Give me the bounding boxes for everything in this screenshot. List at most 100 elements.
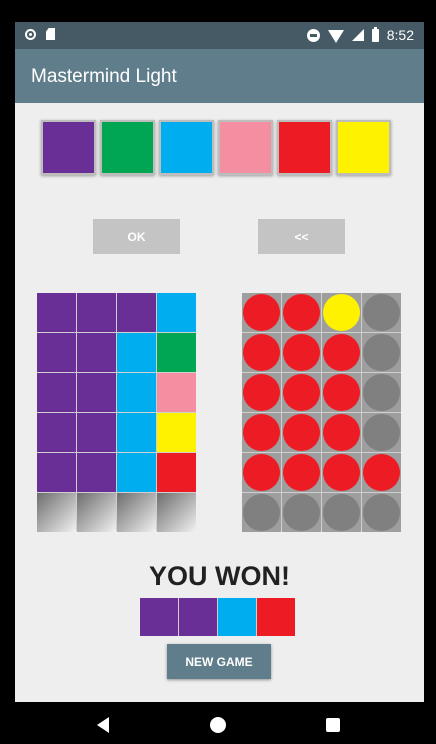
wifi-icon [327,29,344,43]
app-title: Mastermind Light [31,66,177,87]
battery-icon [371,26,379,42]
score-peg-yellow [323,294,360,331]
score-cell-1-4 [362,293,401,332]
score-cell-6-1 [242,493,281,532]
score-peg-red [323,374,360,411]
score-peg-red [243,294,280,331]
guess-cell-4-3 [117,413,156,452]
score-peg-gray [363,334,400,371]
score-cell-5-3 [322,453,361,492]
score-peg-gray [363,494,400,531]
app-screen: 8:52 Mastermind Light OK << YOU WON! NEW… [15,22,424,702]
score-peg-gray [243,494,280,531]
score-peg-gray [363,294,400,331]
score-cell-6-4 [362,493,401,532]
score-peg-red [323,414,360,451]
score-cell-5-2 [282,453,321,492]
score-cell-4-1 [242,413,281,452]
solution-peg-2 [179,598,217,636]
guess-cell-5-2 [77,453,116,492]
solution-peg-1 [140,598,178,636]
guess-cell-6-1[interactable] [37,493,76,532]
back-icon[interactable] [97,717,109,733]
score-peg-gray [323,494,360,531]
guess-cell-3-1 [37,373,76,412]
palette-color-green[interactable] [100,120,155,175]
palette-color-red[interactable] [277,120,332,175]
guess-board [37,293,196,532]
score-board [242,293,401,532]
score-cell-3-1 [242,373,281,412]
score-peg-red [363,454,400,491]
palette-color-purple[interactable] [41,120,96,175]
recents-icon[interactable] [326,718,340,732]
status-bar: 8:52 [15,22,424,49]
score-cell-5-4 [362,453,401,492]
score-cell-2-1 [242,333,281,372]
score-cell-4-4 [362,413,401,452]
guess-cell-2-3 [117,333,156,372]
score-peg-gray [363,414,400,451]
solution-code [140,598,295,636]
sd-card-icon [46,28,55,40]
signal-icon [351,29,364,41]
score-peg-red [243,334,280,371]
score-cell-2-2 [282,333,321,372]
score-peg-gray [283,494,320,531]
score-cell-5-1 [242,453,281,492]
score-cell-4-3 [322,413,361,452]
solution-peg-4 [257,598,295,636]
score-peg-red [243,374,280,411]
score-peg-red [283,414,320,451]
guess-cell-1-1 [37,293,76,332]
score-peg-red [243,454,280,491]
home-icon[interactable] [210,717,226,733]
guess-cell-6-4[interactable] [157,493,196,532]
guess-cell-6-3[interactable] [117,493,156,532]
score-cell-2-3 [322,333,361,372]
ok-button[interactable]: OK [93,219,180,254]
score-peg-red [283,334,320,371]
clock: 8:52 [386,27,414,43]
guess-cell-2-2 [77,333,116,372]
score-peg-red [283,374,320,411]
result-message: YOU WON! [149,561,290,591]
app-bar: Mastermind Light [15,49,424,103]
undo-button[interactable]: << [258,219,345,254]
do-not-disturb-icon [306,28,320,42]
guess-cell-6-2[interactable] [77,493,116,532]
guess-cell-5-4 [157,453,196,492]
score-cell-1-3 [322,293,361,332]
guess-cell-4-1 [37,413,76,452]
guess-cell-3-3 [117,373,156,412]
score-cell-6-3 [322,493,361,532]
guess-cell-4-2 [77,413,116,452]
guess-cell-1-3 [117,293,156,332]
solution-peg-3 [218,598,256,636]
palette-color-yellow[interactable] [336,120,391,175]
score-peg-red [283,454,320,491]
guess-cell-3-2 [77,373,116,412]
score-cell-3-4 [362,373,401,412]
guess-cell-5-3 [117,453,156,492]
guess-cell-4-4 [157,413,196,452]
color-palette [41,120,391,175]
guess-cell-1-2 [77,293,116,332]
nav-bar [0,702,436,744]
guess-cell-3-4 [157,373,196,412]
score-cell-1-1 [242,293,281,332]
score-cell-1-2 [282,293,321,332]
new-game-button[interactable]: NEW GAME [167,644,271,679]
score-peg-red [283,294,320,331]
guess-cell-2-4 [157,333,196,372]
guess-cell-5-1 [37,453,76,492]
score-peg-red [323,334,360,371]
score-peg-red [243,414,280,451]
score-peg-red [323,454,360,491]
palette-color-blue[interactable] [159,120,214,175]
palette-color-pink[interactable] [218,120,273,175]
guess-cell-1-4 [157,293,196,332]
score-cell-3-3 [322,373,361,412]
score-cell-4-2 [282,413,321,452]
score-cell-6-2 [282,493,321,532]
